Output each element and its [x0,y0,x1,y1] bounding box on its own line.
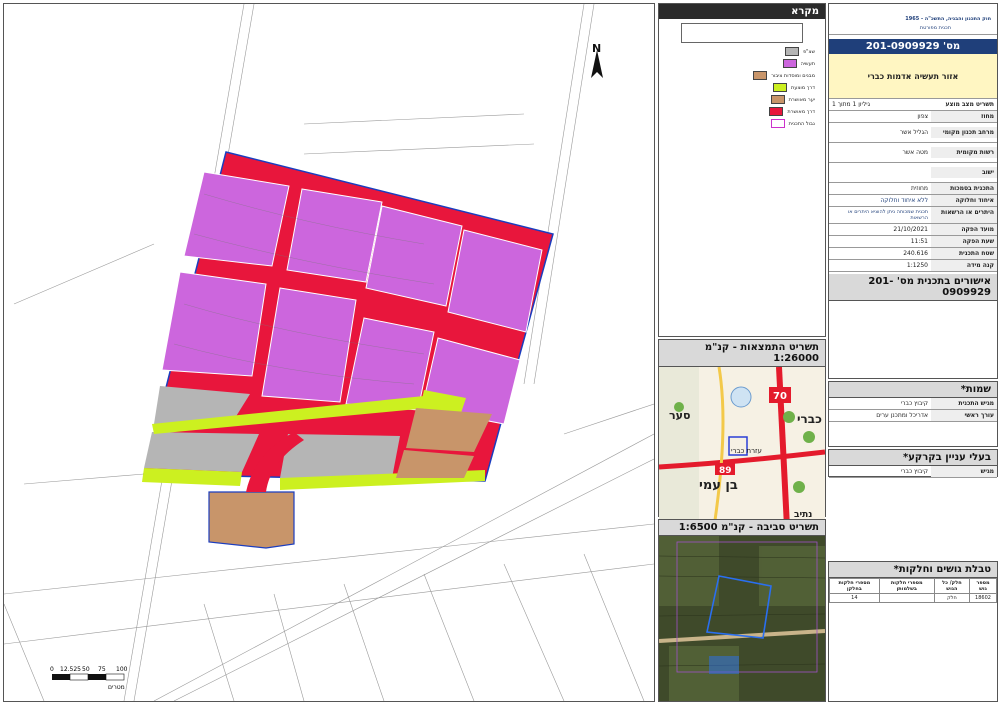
info-row: ישוב [829,163,997,183]
approvals-title: אישורים בתכנית מס' 201-0909929 [829,274,997,301]
legend-list: שצ"פ תעשיה מבנים ומוסדות ציבור דרך מוצעת… [659,47,825,137]
legend-title: מקרא [659,4,825,19]
scale-tick: 50 [82,666,90,673]
info-row: קנה מידה 1:1250 [829,260,997,272]
plan-number: מס' 201-0909929 [829,39,997,54]
doc-type: תכנית מפורטת [919,25,951,31]
location-label: עזרת כברי [731,447,762,455]
info-row: היתרים או הרשאות תכנית שמכוחה ניתן להוציא… [829,207,997,224]
industry-block [161,271,267,377]
meta-row: תשריט מצב מוצע גיליון 1 מתוך 1 [829,99,997,111]
legend-item: תעשיה [782,59,815,68]
legend-item: דרך מוצעת [773,83,815,92]
info-row: התכנית בסמכות מחוזית [829,183,997,195]
legend-swatch [773,83,788,92]
info-row: שעת הפקה 11:51 [829,236,997,248]
info-table: מחוז צפון מרחב תכנון מקומי הגליל אשר רשות … [829,111,997,272]
surroundings-map-svg [658,536,826,701]
legend-item: שצ"פ [785,47,815,56]
info-row: שטח התכנית 240.616 [829,248,997,260]
public-building-area [208,491,295,549]
owners-row: מגיש קיבוץ כברי [829,466,997,478]
surroundings-map-title: תשריט סביבה - קנ"מ 1:6500 [659,520,825,536]
surroundings-map-panel: תשריט סביבה - קנ"מ 1:6500 [658,519,826,702]
route-number: 70 [773,391,787,402]
legend-panel: מקרא שצ"פ תעשיה מבנים ומוסדות ציבור דרך … [658,3,826,337]
plan-name: אזור תעשיה אדמות כברי [867,71,959,81]
location-label: בן עמי [699,478,738,493]
info-row: מועד הפקה 21/10/2021 [829,224,997,236]
legend-item: מבנים ומוסדות ציבור [753,71,815,80]
names-row: מגיש התכנית קיבוץ כברי [829,398,997,410]
plan-map-svg: N 0 12.525 50 75 100 מטרים [3,3,655,702]
legend-swatch [769,107,784,116]
open-space-area [144,432,259,472]
names-panel: שמות* מגיש התכנית קיבוץ כברי עורך ראשי אדר… [828,381,998,447]
table-row: 18602 חלק 14 [829,593,998,603]
legend-item: דרך מאושרת [769,107,815,116]
legend-swatch [785,47,800,56]
info-row: רשות מקומית מטה אשר [829,143,997,163]
legend-swatch [753,71,768,80]
header-top: חוק התכנון והבניה, התשכ"ה - 1965 תכנית מ… [829,4,997,35]
info-row: מחוז צפון [829,111,997,123]
plan-name-box: אזור תעשיה אדמות כברי [829,54,997,99]
legend-item: גבול התכנית [770,119,815,128]
route-number: 89 [719,466,732,476]
scale-unit: מטרים [108,684,125,691]
scale-tick: 12.525 [60,666,81,673]
scale-tick: 0 [50,666,54,673]
title-panel: חוק התכנון והבניה, התשכ"ה - 1965 תכנית מ… [828,3,998,379]
north-label: N [592,42,601,55]
plan-map[interactable]: N 0 12.525 50 75 100 מטרים [3,3,655,702]
names-row: עורך ראשי אדריכל ומתכנן ערים [829,410,997,422]
info-row: מרחב תכנון מקומי הגליל אשר [829,123,997,143]
location-label: סער [669,409,690,422]
location-label: כברי [797,412,822,426]
law-line: חוק התכנון והבניה, התשכ"ה - 1965 [905,16,991,22]
parcels-table: מספר גוש חלק/ כל הגוש מספרי חלקות בשלמות… [829,578,998,603]
location-map-svg: סער כברי בן עמי עזרת כברי נתיב 70 89 [658,366,826,528]
industry-block [183,171,290,267]
legend-item: יער מאושרת [770,95,815,104]
legend-swatch [770,95,785,104]
parcels-title: טבלת גושים וחלקות* [829,562,997,578]
scale-tick: 75 [98,666,106,673]
location-map-title: תשריט התמצאות - קנ"מ 1:26000 [659,340,825,367]
scale-tick: 100 [116,666,128,673]
info-row: איחוד וחלוקה ללא איחוד וחלוקה [829,195,997,207]
location-map-panel: תשריט התמצאות - קנ"מ 1:26000 סער כברי בן… [658,339,826,528]
industry-block [286,188,383,283]
parcels-header-row: מספר גוש חלק/ כל הגוש מספרי חלקות בשלמות… [829,578,998,594]
plan-area [142,151,554,549]
legend-swatch [770,119,785,128]
owners-panel: בעלי עניין בקרקע* מגיש קיבוץ כברי [828,449,998,478]
legend-stamp [681,23,803,43]
names-title: שמות* [829,382,997,398]
parcels-panel: טבלת גושים וחלקות* מספר גוש חלק/ כל הגוש… [828,561,998,702]
scale-bar: 0 12.525 50 75 100 מטרים [50,666,128,691]
legend-swatch [782,59,797,68]
owners-title: בעלי עניין בקרקע* [829,450,997,466]
